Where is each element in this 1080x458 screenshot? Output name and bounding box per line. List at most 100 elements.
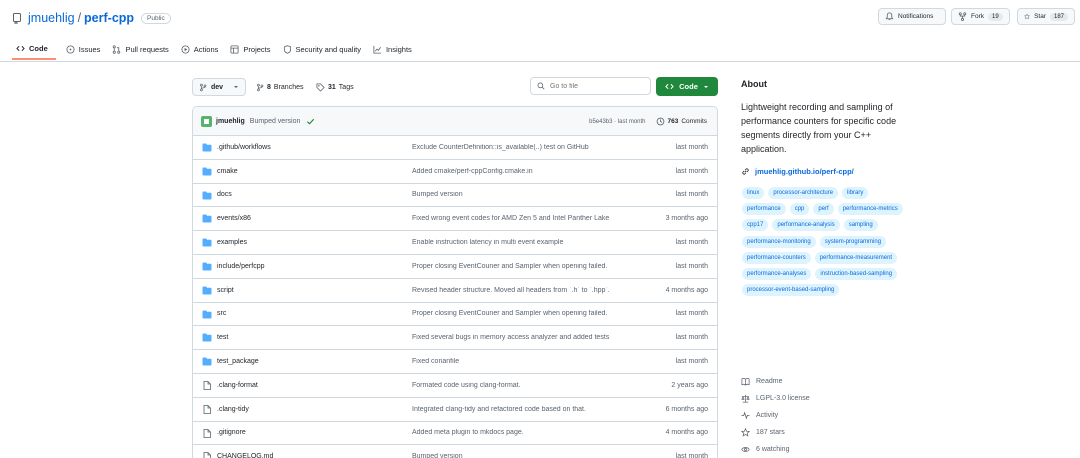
file-name-link[interactable]: src (217, 310, 226, 317)
tab-issues[interactable]: Issues (62, 38, 109, 60)
file-name-link[interactable]: test (217, 334, 228, 341)
file-name-link[interactable]: examples (217, 239, 247, 246)
topic-tag[interactable]: instruction-based-sampling (815, 267, 898, 280)
file-commit-message[interactable]: Enable instruction latency in multi even… (412, 239, 637, 246)
about-description: Lightweight recording and sampling of pe… (741, 102, 897, 154)
file-commit-message[interactable]: Fixed wrong event codes for AMD Zen 5 an… (412, 215, 637, 222)
tab-security[interactable]: Security and quality (279, 38, 369, 60)
table-row[interactable]: .gitignore Added meta plugin to mkdocs pa… (193, 422, 717, 446)
file-name-link[interactable]: docs (217, 191, 232, 198)
fork-button[interactable]: Fork 19 (951, 8, 1010, 25)
file-commit-message[interactable]: Bumped version (412, 191, 637, 198)
file-commit-message[interactable]: Revised header structure. Moved all head… (412, 287, 637, 294)
file-commit-message[interactable]: Bumped version (412, 453, 637, 458)
file-commit-message[interactable]: Exclude CounterDefinition::is_available(… (412, 144, 637, 151)
topic-tag[interactable]: perf (813, 203, 834, 216)
file-commit-date: last month (675, 334, 708, 342)
table-row[interactable]: events/x86 Fixed wrong event codes for AM… (193, 207, 717, 232)
file-name-link[interactable]: CHANGELOG.md (217, 453, 273, 458)
topic-tag[interactable]: processor-event-based-sampling (742, 284, 840, 297)
tags-link[interactable]: 31 Tags (316, 78, 354, 96)
file-name-link[interactable]: cmake (217, 168, 238, 175)
readme-link[interactable]: Readme (741, 377, 782, 386)
file-name-link[interactable]: .clang-format (217, 382, 258, 389)
table-row[interactable]: examples Enable instruction latency in mu… (193, 231, 717, 255)
file-commit-message[interactable]: Fixed several bugs in memory access anal… (412, 334, 637, 341)
file-name-link[interactable]: .gitignore (217, 429, 246, 436)
tab-label: Projects (243, 44, 271, 54)
file-commit-message[interactable]: Added meta plugin to mkdocs page. (412, 429, 637, 436)
table-row[interactable]: script Revised header structure. Moved al… (193, 279, 717, 303)
topic-tag[interactable]: performance-measurement (814, 251, 898, 264)
topic-tag[interactable]: performance-analyses (742, 267, 812, 280)
stars-link[interactable]: 187 stars (741, 428, 785, 437)
tab-pull-requests[interactable]: Pull requests (108, 38, 176, 60)
visibility-badge: Public (141, 12, 171, 24)
notifications-label: Notifications (898, 13, 934, 20)
tab-projects[interactable]: Projects (226, 38, 278, 60)
go-to-file-input[interactable] (550, 82, 640, 90)
repo-owner-link[interactable]: jmuehlig (28, 11, 75, 25)
tab-insights[interactable]: Insights (369, 38, 420, 60)
file-name-link[interactable]: include/perfcpp (217, 263, 264, 270)
topic-tag[interactable]: performance-analysis (772, 219, 840, 232)
file-commit-message[interactable]: Proper closing EventCouner and Sampler w… (412, 263, 637, 270)
table-row[interactable]: .clang-tidy Integrated clang-tidy and ref… (193, 398, 717, 422)
activity-link[interactable]: Activity (741, 411, 778, 420)
table-row[interactable]: .github/workflows Exclude CounterDefiniti… (193, 136, 717, 160)
play-icon (181, 44, 190, 54)
file-name-link[interactable]: .clang-tidy (217, 406, 249, 413)
commit-message[interactable]: Bumped version (250, 118, 301, 125)
file-commit-message[interactable]: Formated code using clang-format. (412, 382, 637, 389)
topic-tag[interactable]: performance-counters (742, 251, 811, 264)
code-dropdown-button[interactable]: Code (656, 77, 718, 96)
star-button[interactable]: Star 187 (1017, 8, 1075, 25)
file-commit-date: last month (675, 262, 708, 270)
topic-tag[interactable]: performance-metrics (837, 203, 903, 216)
tab-code[interactable]: Code (12, 38, 56, 60)
homepage-link[interactable]: jmuehlig.github.io/perf-cpp/ (741, 167, 854, 176)
topic-tag[interactable]: processor-architecture (768, 187, 839, 199)
table-row[interactable]: .clang-format Formated code using clang-f… (193, 374, 717, 398)
topic-tag[interactable]: performance (742, 203, 786, 216)
table-row[interactable]: docs Bumped version last month (193, 184, 717, 208)
file-commit-message[interactable]: Fixed conanfile (412, 358, 637, 365)
topic-tag[interactable]: system-programming (819, 235, 887, 248)
file-commit-message[interactable]: Integrated clang-tidy and refactored cod… (412, 406, 637, 413)
topic-tag[interactable]: library (842, 187, 869, 199)
go-to-file-search[interactable] (530, 77, 651, 95)
pulse-icon (741, 411, 750, 420)
search-icon (537, 82, 545, 90)
commits-link[interactable]: 763 Commits (656, 117, 707, 126)
topic-tag[interactable]: linux (742, 187, 765, 199)
tab-actions[interactable]: Actions (177, 38, 227, 60)
table-row[interactable]: src Proper closing EventCouner and Sample… (193, 303, 717, 327)
watchers-link[interactable]: 6 watching (741, 445, 789, 454)
topic-tag[interactable]: performance-monitoring (742, 235, 816, 248)
commit-hash-time[interactable]: b5e43b3 · last month (589, 119, 645, 125)
table-row[interactable]: cmake Added cmake/perf-cppConfig.cmake.in… (193, 160, 717, 184)
repo-name-link[interactable]: perf-cpp (84, 11, 134, 25)
file-commit-message[interactable]: Added cmake/perf-cppConfig.cmake.in (412, 168, 637, 175)
file-name-link[interactable]: events/x86 (217, 215, 251, 222)
commits-label: Commits (681, 118, 707, 125)
file-name-link[interactable]: .github/workflows (217, 144, 271, 151)
table-row[interactable]: include/perfcpp Proper closing EventCoune… (193, 255, 717, 279)
table-row[interactable]: CHANGELOG.md Bumped version last month (193, 445, 717, 458)
file-commit-message[interactable]: Proper closing EventCouner and Sampler w… (412, 310, 637, 317)
topic-tag[interactable]: sampling (843, 219, 878, 232)
table-row[interactable]: test Fixed several bugs in memory access … (193, 326, 717, 351)
file-name-link[interactable]: test_package (217, 358, 259, 365)
table-row[interactable]: test_package Fixed conanfile last month (193, 350, 717, 374)
avatar[interactable] (201, 115, 212, 127)
topic-tag[interactable]: cpp (789, 203, 810, 216)
branches-link[interactable]: 8 Branches (256, 78, 303, 96)
commit-author[interactable]: jmuehlig (216, 118, 245, 125)
license-link[interactable]: LGPL-3.0 license (741, 394, 810, 403)
meta-label: 6 watching (756, 446, 790, 453)
file-name-link[interactable]: script (217, 287, 234, 294)
notifications-button[interactable]: Notifications (878, 8, 946, 25)
branch-selector[interactable]: dev (192, 78, 246, 96)
tab-label: Insights (385, 44, 412, 54)
topic-tag[interactable]: cpp17 (742, 219, 769, 232)
